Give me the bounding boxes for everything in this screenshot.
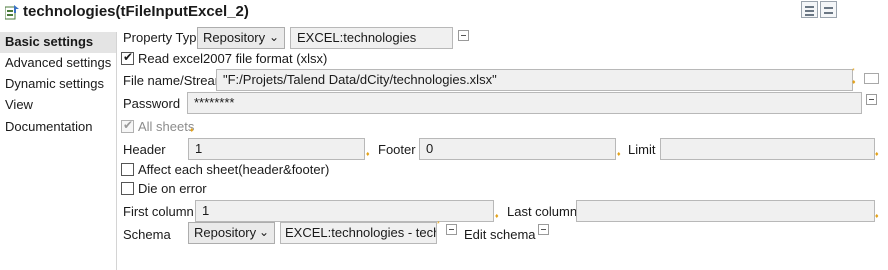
footer-value: 0 [426,141,434,156]
check-icon: ✔ [123,118,134,132]
tab-documentation[interactable]: Documentation [0,117,116,138]
file-name-value: "F:/Projets/Talend Data/dCity/technologi… [223,72,497,87]
property-type-select[interactable]: Repository ⌄ [197,27,285,49]
schema-repo-field[interactable]: EXCEL:technologies - techno [280,222,437,244]
property-type-label: Property Type [123,30,204,45]
affect-each-sheet-checkbox[interactable] [121,163,134,176]
password-value: ******** [194,95,235,110]
required-marker-icon: * [852,68,855,75]
first-column-value: 1 [202,203,210,218]
all-sheets-checkbox[interactable]: ✔ [121,118,134,133]
read-excel2007-label: Read excel2007 file format (xlsx) [138,51,328,66]
tab-basic-settings[interactable]: Basic settings [0,32,116,53]
schema-type-select[interactable]: Repository ⌄ [188,222,275,244]
password-field[interactable]: ******** [187,92,862,114]
schema-type-value: Repository [194,225,257,240]
die-on-error-label: Die on error [138,181,207,196]
chevron-down-icon: ⌄ [268,30,279,44]
first-column-label: First column [123,204,194,219]
limit-label: Limit [628,142,656,157]
tab-label: Dynamic settings [5,76,104,91]
password-label: Password [123,96,181,111]
tab-label: View [5,97,33,112]
tab-view[interactable]: View [0,95,116,116]
footer-label: Footer [378,142,416,157]
affect-each-sheet-label: Affect each sheet(header&footer) [138,162,330,177]
read-excel2007-checkbox[interactable]: ✔ [121,50,134,65]
limit-field[interactable] [660,138,875,160]
title-bar: technologies(tFileInputExcel_2) [0,0,888,26]
password-picker-button[interactable] [866,94,877,105]
property-type-picker-button[interactable] [458,30,469,41]
excel-component-icon [5,5,19,20]
schema-label: Schema [123,227,171,242]
first-column-field[interactable]: 1 [195,200,494,222]
component-title: technologies(tFileInputExcel_2) [23,3,249,20]
header-value: 1 [195,141,203,156]
tab-dynamic-settings[interactable]: Dynamic settings [0,74,116,95]
header-label: Header [123,142,166,157]
footer-field[interactable]: 0 [419,138,616,160]
context-marker-icon: ♦ [495,213,499,220]
grid-view-icon[interactable] [801,1,818,18]
tab-label: Documentation [5,119,93,134]
context-marker-icon: ♦ [190,127,194,134]
check-icon: ✔ [123,50,134,64]
list-view-icon[interactable] [820,1,837,18]
last-column-field[interactable] [576,200,875,222]
last-column-label: Last column [507,204,578,219]
all-sheets-label: All sheets [138,119,195,134]
chevron-down-icon: ⌄ [258,225,269,239]
context-marker-icon: ♦ [875,151,879,158]
schema-repo-value: EXCEL:technologies - techno [285,225,436,240]
context-marker-icon: ♦ [617,151,621,158]
file-name-label: File name/Stream [123,73,226,88]
schema-picker-button[interactable] [446,224,457,235]
tab-label: Basic settings [5,34,94,49]
context-marker-icon: ♦ [875,213,879,220]
settings-sidebar: Basic settings Advanced settings Dynamic… [0,32,117,270]
edit-schema-label: Edit schema [464,227,536,242]
edit-schema-button[interactable] [538,224,549,235]
tab-advanced-settings[interactable]: Advanced settings [0,53,116,74]
die-on-error-checkbox[interactable] [121,182,134,195]
header-field[interactable]: 1 [188,138,365,160]
tab-label: Advanced settings [5,55,112,70]
context-marker-icon: ♦ [852,79,856,86]
context-marker-icon: ♦ [366,151,370,158]
file-name-field[interactable]: "F:/Projets/Talend Data/dCity/technologi… [216,69,853,91]
required-marker-icon: * [437,221,440,228]
file-browse-button[interactable] [864,73,879,84]
property-type-repo-field[interactable]: EXCEL:technologies [290,27,453,49]
repo-value: EXCEL:technologies [297,30,417,45]
property-type-value: Repository [203,30,266,45]
